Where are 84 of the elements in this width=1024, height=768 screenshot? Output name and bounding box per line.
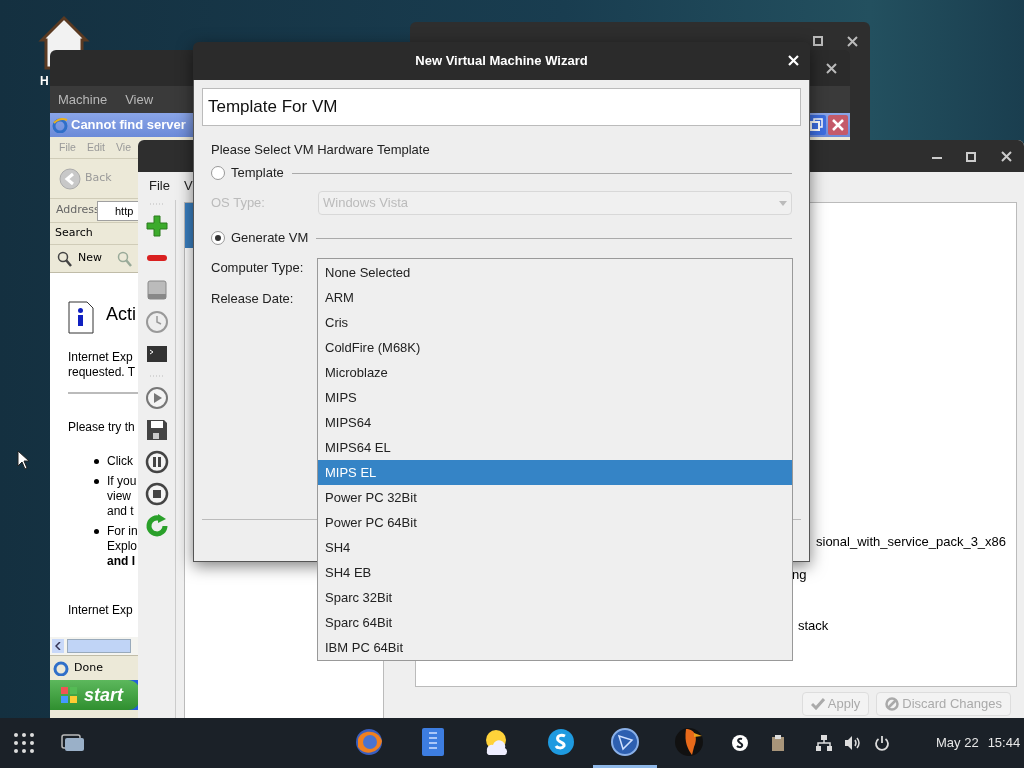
browser-icon [52,117,68,133]
detail-text: stack [798,617,829,635]
page-heading: Acti [106,302,136,325]
refresh-icon[interactable] [144,514,169,538]
browser-icon [53,660,69,676]
search-icon[interactable] [56,250,72,267]
dropdown-item[interactable]: ColdFire (M68K) [318,335,792,360]
status-text: Done [74,659,103,676]
bullet-icon [94,459,99,464]
close-icon[interactable] [1001,151,1012,162]
chat-icon[interactable] [731,734,749,752]
bullet-text: If you view and t [107,474,137,519]
mouse-cursor-icon [17,450,30,470]
maximize-icon[interactable] [813,36,823,46]
bullet-text: For in Explo and I [107,524,138,569]
date-text[interactable]: May 22 [936,733,979,753]
menu-item[interactable]: V [183,176,193,196]
menu-item[interactable]: View [125,89,154,110]
caret-icon [779,200,787,206]
dialog-title: New Virtual Machine Wizard [415,52,588,71]
new-button[interactable]: New [78,250,102,267]
scroll-thumb[interactable] [67,639,131,653]
app-grid-icon[interactable] [13,732,35,754]
maximize-icon[interactable] [966,152,976,162]
field-label: Release Date: [211,290,294,309]
bullet-icon [94,479,99,484]
radio-label[interactable]: Template [231,163,284,183]
bullet-text: Click [107,454,133,469]
radio-label[interactable]: Generate VM [231,228,309,248]
radio-button[interactable] [211,231,225,245]
dropdown-item[interactable]: Cris [318,310,792,335]
prompt-text: Please Select VM Hardware Template [211,140,430,159]
dropdown-item[interactable]: Power PC 32Bit [318,485,792,510]
search-label: Search [55,225,93,242]
windows-logo-icon [60,686,78,704]
globe-icon[interactable] [354,726,384,757]
bullet-icon [94,529,99,534]
pause-icon[interactable] [144,450,169,474]
cancel-icon [885,697,900,711]
check-icon [810,698,825,710]
dropdown-item[interactable]: None Selected [318,260,792,285]
dropdown-item[interactable]: Sparc 64Bit [318,610,792,635]
dropdown-item[interactable]: MIPS64 [318,410,792,435]
paragraph: Internet Exp requested. T [68,350,136,380]
detail-text: ng [792,566,807,584]
play-icon[interactable] [144,386,169,410]
drive-icon[interactable] [144,278,169,302]
document-icon[interactable] [421,726,445,757]
minimize-icon[interactable] [932,157,942,160]
paragraph: Please try th [68,420,135,435]
window-title: Cannot find server [71,116,186,135]
info-icon [68,301,94,334]
dropdown-item[interactable]: Microblaze [318,360,792,385]
dropdown-item[interactable]: ARM [318,285,792,310]
dropdown-item[interactable]: Sparc 32Bit [318,585,792,610]
dropdown-item[interactable]: IBM PC 64Bit [318,635,792,660]
close-icon[interactable] [847,36,858,47]
menu-item[interactable]: Machine [58,89,108,110]
clipboard-icon[interactable] [771,734,785,752]
compass-icon[interactable] [610,726,640,757]
dropdown-item[interactable]: MIPS64 EL [318,435,792,460]
volume-icon[interactable] [844,735,862,751]
dropdown-item[interactable]: Power PC 64Bit [318,510,792,535]
menu-item[interactable]: File [149,176,170,196]
scroll-left-icon[interactable] [52,639,64,653]
add-icon[interactable] [144,214,169,238]
field-label: Computer Type: [211,259,304,278]
stop-icon[interactable] [144,482,169,506]
chat-icon[interactable] [546,726,576,757]
windows-icon[interactable] [61,734,85,752]
time-text[interactable]: 15:44 [987,733,1021,753]
power-icon[interactable] [874,735,890,751]
close-icon[interactable] [826,63,837,74]
name-field[interactable]: Template For VM [202,88,801,126]
dropdown-item[interactable]: SH4 [318,535,792,560]
desktop-icon-label[interactable]: H [40,72,49,90]
save-icon[interactable] [144,418,169,442]
detail-text: sional_with_service_pack_3_x86 [816,533,1007,551]
paragraph: Internet Exp [68,603,133,618]
dropdown-item[interactable]: MIPS [318,385,792,410]
network-icon[interactable] [815,734,833,752]
dropdown-item[interactable]: SH4 EB [318,560,792,585]
dropdown-item[interactable]: MIPS EL [318,460,792,485]
radio-button[interactable] [211,166,225,180]
